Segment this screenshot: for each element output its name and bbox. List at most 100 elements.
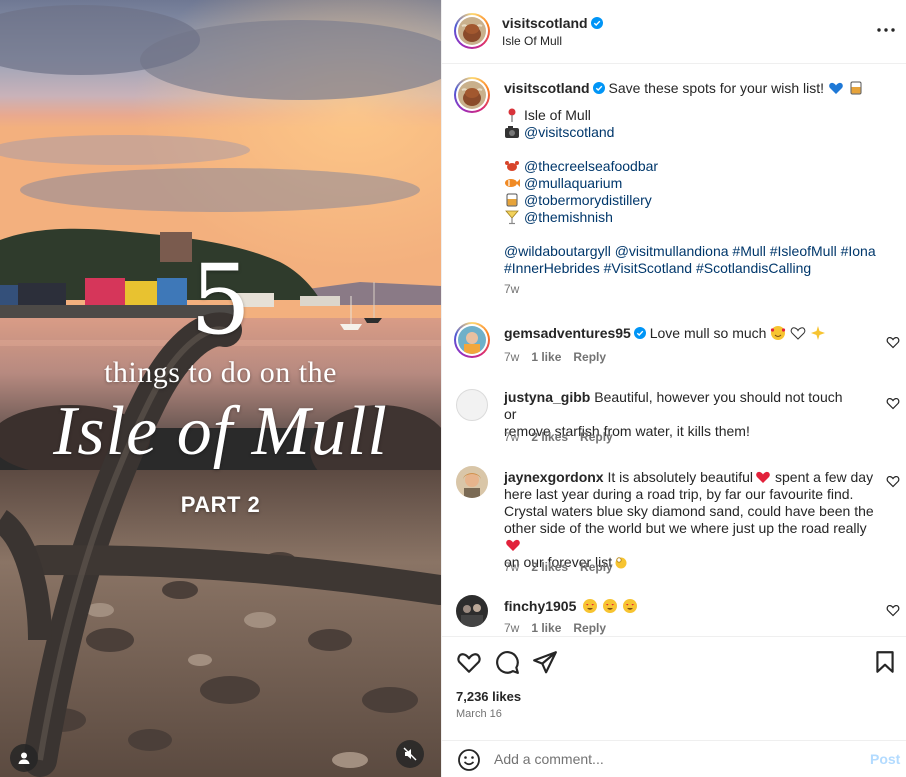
heart-eyes-icon	[603, 599, 618, 613]
commenter-avatar[interactable]	[456, 595, 488, 627]
post-header: visitscotland Isle Of Mull	[442, 0, 906, 64]
white-heart-icon	[791, 327, 806, 340]
comment-time[interactable]: 7w	[504, 350, 519, 364]
mention-link[interactable]: @visitscotland	[524, 124, 614, 140]
comment-likes[interactable]: 1 like	[531, 350, 561, 364]
overlay-title: Isle of Mull	[53, 393, 388, 470]
commenter-avatar[interactable]	[456, 466, 488, 498]
comment-input[interactable]	[494, 749, 854, 769]
post-location[interactable]: Isle Of Mull	[502, 34, 562, 48]
add-comment-bar: Post	[442, 740, 906, 777]
comment-time[interactable]: 7w	[504, 621, 519, 635]
camera-icon	[505, 126, 519, 138]
caption-hashtags: @wildaboutargyll @visitmullandiona #Mull…	[504, 243, 894, 260]
comment-time[interactable]: 7w	[504, 430, 519, 444]
heart-eyes-icon	[623, 599, 638, 613]
author-avatar[interactable]	[454, 13, 490, 49]
reply-button[interactable]: Reply	[580, 560, 613, 574]
like-comment-heart-icon[interactable]	[886, 396, 900, 410]
pushpin-icon	[508, 108, 516, 122]
post-comment-button[interactable]: Post	[870, 751, 900, 767]
caption-line: @thecreelseafoodbar	[504, 158, 894, 175]
post-panel: visitscotland Isle Of Mull visitscotland…	[441, 0, 906, 777]
verified-badge-icon	[590, 17, 603, 29]
comment-text: other side of the world but we where jus…	[504, 520, 867, 536]
verified-badge-icon	[633, 327, 646, 339]
comment-text: here last year during a road trip, by fa…	[504, 486, 854, 502]
likes-count[interactable]: 7,236 likes	[456, 689, 521, 704]
comment-text: It is absolutely beautiful	[607, 469, 754, 485]
mention-link[interactable]: @themishnish	[524, 209, 613, 225]
caption-line: Isle of Mull	[504, 107, 894, 124]
author-username[interactable]: visitscotland	[502, 15, 588, 31]
red-heart-icon	[756, 471, 770, 483]
post-date[interactable]: March 16	[456, 708, 502, 720]
comment-likes[interactable]: 2 likes	[531, 430, 568, 444]
caption-text: Save these spots for your wish list!	[608, 80, 825, 96]
commenter-avatar[interactable]	[456, 389, 488, 421]
like-comment-heart-icon[interactable]	[886, 603, 900, 617]
commenter-username[interactable]: justyna_gibb	[504, 389, 590, 405]
comment-meta: 7w 2 likes Reply	[504, 430, 625, 444]
comment-likes[interactable]: 1 like	[531, 621, 561, 635]
caption-line: @mullaquarium	[504, 175, 894, 192]
mention-link[interactable]: @thecreelseafoodbar	[524, 158, 658, 174]
comment-text: spent a few day	[775, 469, 874, 485]
commenter-username[interactable]: jaynexgordonx	[504, 469, 604, 485]
caption-line: @visitscotland	[504, 124, 894, 141]
share-paper-plane-icon[interactable]	[532, 649, 558, 675]
caption-line: @themishnish	[504, 209, 894, 226]
smiling-face-with-hearts-icon	[771, 326, 786, 340]
user-tag-icon	[18, 752, 30, 764]
verified-badge-icon	[592, 82, 605, 94]
caption-line: @tobermorydistillery	[504, 192, 894, 209]
caption-avatar[interactable]	[454, 77, 490, 113]
comment-text: Crystal waters blue sky diamond sand, co…	[504, 503, 874, 519]
more-options-icon[interactable]	[874, 20, 898, 40]
cocktail-glass-icon	[505, 210, 519, 225]
comment-text: Love mull so much	[649, 325, 767, 341]
caption-time[interactable]: 7w	[504, 281, 894, 298]
post-actions: 7,236 likes March 16	[442, 636, 906, 742]
speaker-muted-icon	[403, 747, 417, 761]
mention-link[interactable]: @mullaquarium	[524, 175, 622, 191]
reply-button[interactable]: Reply	[580, 430, 613, 444]
comment-bubble-icon[interactable]	[494, 649, 520, 675]
commenter-username[interactable]: gemsadventures95	[504, 325, 631, 341]
comments-list[interactable]: visitscotland Save these spots for your …	[442, 65, 906, 636]
reply-button[interactable]: Reply	[573, 350, 606, 364]
crab-icon	[505, 161, 519, 171]
hashtag-links[interactable]: #InnerHebrides #VisitScotland #Scotlandi…	[504, 260, 811, 276]
comment-meta: 7w 1 like Reply	[504, 621, 618, 635]
mute-button[interactable]	[396, 740, 424, 768]
heart-eyes-icon	[583, 599, 598, 613]
comment-meta: 7w 2 likes Reply	[504, 560, 625, 574]
whisky-glass-icon	[506, 193, 518, 207]
blue-heart-icon	[829, 82, 843, 94]
commenter-avatar[interactable]	[454, 322, 490, 358]
like-comment-heart-icon[interactable]	[886, 474, 900, 488]
bookmark-icon[interactable]	[872, 649, 898, 675]
red-heart-icon	[506, 539, 520, 551]
like-heart-icon[interactable]	[456, 649, 482, 675]
commenter-username[interactable]: finchy1905	[504, 598, 576, 614]
sparkles-icon	[811, 326, 826, 340]
caption-username[interactable]: visitscotland	[504, 80, 590, 96]
user-tag-button[interactable]	[10, 744, 38, 772]
author-name-row: visitscotland	[502, 15, 603, 31]
comment-time[interactable]: 7w	[504, 560, 519, 574]
overlay-part-label: PART 2	[180, 492, 261, 517]
post-media[interactable]: 5 things to do on the Isle of Mull PART …	[0, 0, 441, 777]
fish-icon	[505, 179, 520, 187]
overlay-number: 5	[189, 244, 252, 356]
mention-link[interactable]: @tobermorydistillery	[524, 192, 652, 208]
emoji-picker-icon[interactable]	[457, 748, 481, 772]
whisky-glass-icon	[850, 81, 862, 95]
caption-hashtags: #InnerHebrides #VisitScotland #Scotlandi…	[504, 260, 894, 277]
comment-meta: 7w 1 like Reply	[504, 350, 618, 364]
like-comment-heart-icon[interactable]	[886, 335, 900, 349]
comment-likes[interactable]: 2 likes	[531, 560, 568, 574]
hashtag-links[interactable]: @wildaboutargyll @visitmullandiona #Mull…	[504, 243, 876, 259]
reply-button[interactable]: Reply	[573, 621, 606, 635]
